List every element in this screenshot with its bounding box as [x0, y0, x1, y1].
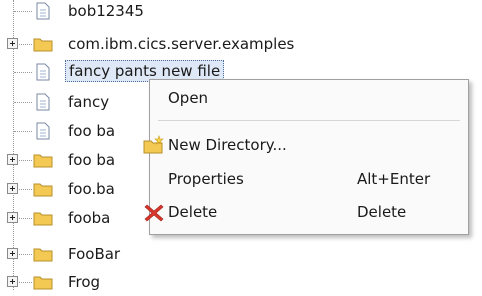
- file-icon: [36, 93, 50, 111]
- expand-icon[interactable]: [7, 248, 18, 259]
- menu-item-delete[interactable]: Delete Delete: [144, 197, 468, 227]
- menu-item-label: New Directory...: [168, 136, 287, 154]
- menu-item-shortcut: Delete: [357, 203, 407, 221]
- menu-item-label: Open: [168, 89, 209, 107]
- expand-icon[interactable]: [7, 212, 18, 223]
- expand-icon[interactable]: [7, 276, 18, 287]
- file-icon: [36, 63, 50, 81]
- tree-item-label: foo ba: [68, 151, 116, 169]
- context-menu: Open New Directory... Properties Alt+Ent…: [143, 79, 469, 235]
- menu-item-properties[interactable]: Properties Alt+Enter: [150, 164, 468, 194]
- tree-branch-line: [14, 131, 32, 132]
- tree-branch-line: [14, 102, 32, 103]
- menu-item-new-directory[interactable]: New Directory...: [143, 130, 468, 160]
- tree-item-label: bob12345: [68, 2, 144, 20]
- menu-item-open[interactable]: Open: [150, 83, 468, 113]
- expand-icon[interactable]: [7, 183, 18, 194]
- menu-item-shortcut: Alt+Enter: [357, 170, 431, 188]
- folder-icon: [33, 212, 53, 226]
- expand-icon[interactable]: [7, 154, 18, 165]
- folder-icon: [33, 38, 53, 52]
- expand-icon[interactable]: [7, 38, 18, 49]
- tree-row[interactable]: bob12345: [0, 0, 482, 25]
- tree-item-label: fancy: [68, 93, 110, 111]
- file-icon: [36, 122, 50, 140]
- menu-item-label: Delete: [168, 203, 218, 221]
- tree-item-label: FooBar: [68, 245, 121, 263]
- folder-icon: [33, 154, 53, 168]
- tree-row[interactable]: com.ibm.cics.server.examples: [0, 30, 482, 58]
- folder-icon: [33, 183, 53, 197]
- menu-item-label: Properties: [168, 170, 244, 188]
- menu-separator: [158, 120, 460, 121]
- tree-item-label: foo ba: [68, 122, 116, 140]
- file-icon: [36, 2, 50, 20]
- folder-icon: [33, 248, 53, 262]
- tree-item-label: com.ibm.cics.server.examples: [68, 35, 295, 53]
- tree-row[interactable]: Frog: [0, 268, 482, 296]
- tree-item-label: foo.ba: [68, 180, 115, 198]
- folder-icon: [33, 276, 53, 290]
- new-folder-icon: [143, 135, 164, 154]
- delete-icon: [144, 204, 164, 222]
- tree-branch-line: [14, 72, 32, 73]
- tree-branch-line: [14, 11, 32, 12]
- tree-item-label: fooba: [68, 209, 111, 227]
- tree-row[interactable]: FooBar: [0, 240, 482, 268]
- tree-item-label: Frog: [68, 273, 101, 291]
